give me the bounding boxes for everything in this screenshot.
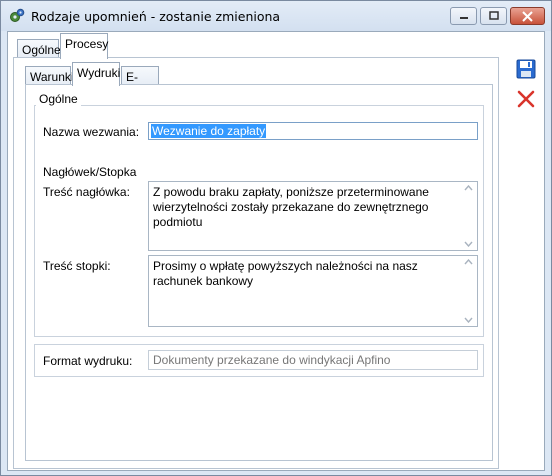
maximize-button[interactable] xyxy=(480,7,507,25)
group-legend: Ogólne xyxy=(36,92,81,106)
footer-label: Treść stopki: xyxy=(43,259,111,273)
app-gear-icon xyxy=(10,8,25,22)
scroll-up-icon[interactable] xyxy=(463,259,473,265)
name-label: Nazwa wezwania: xyxy=(43,125,140,139)
save-button[interactable] xyxy=(515,58,537,80)
footer-textarea[interactable]: Prosimy o wpłatę powyższych należności n… xyxy=(148,255,478,327)
window-title: Rodzaje upomnień - zostanie zmieniona xyxy=(31,9,281,24)
dialog-window: Rodzaje upomnień - zostanie zmieniona Og… xyxy=(0,0,552,476)
title-bar: Rodzaje upomnień - zostanie zmieniona xyxy=(1,1,551,31)
tab-label: Warunki xyxy=(30,70,74,84)
scroll-down-icon[interactable] xyxy=(463,317,473,323)
close-window-button[interactable] xyxy=(510,7,545,25)
format-label: Format wydruku: xyxy=(43,354,133,368)
cancel-x-icon xyxy=(517,90,535,108)
scroll-down-icon[interactable] xyxy=(463,241,473,247)
tab-label: Ogólne xyxy=(22,43,61,57)
footer-text: Prosimy o wpłatę powyższych należności n… xyxy=(153,259,418,288)
tab-label: Wydruki xyxy=(77,66,121,80)
save-floppy-icon xyxy=(516,59,536,79)
header-label: Treść nagłówka: xyxy=(43,185,130,199)
name-input[interactable]: Wezwanie do zapłaty xyxy=(148,122,478,140)
tab-procesy[interactable]: Procesy xyxy=(60,33,108,59)
cancel-button[interactable] xyxy=(515,88,537,110)
close-icon xyxy=(522,10,533,22)
minimize-button[interactable] xyxy=(450,7,477,25)
header-textarea[interactable]: Z powodu braku zapłaty, poniższe przeter… xyxy=(148,181,478,251)
header-text: Z powodu braku zapłaty, poniższe przeter… xyxy=(153,185,429,229)
footer-scrollbar[interactable] xyxy=(460,257,476,325)
minimize-icon xyxy=(459,17,468,19)
name-input-value: Wezwanie do zapłaty xyxy=(151,124,267,138)
tab-wydruki[interactable]: Wydruki xyxy=(72,62,120,86)
scroll-up-icon[interactable] xyxy=(463,185,473,191)
tab-label: Procesy xyxy=(65,37,109,51)
maximize-icon xyxy=(488,11,499,20)
section-header-label: Nagłówek/Stopka xyxy=(43,165,137,179)
format-field[interactable]: Dokumenty przekazane do windykacji Apfin… xyxy=(148,350,478,370)
header-scrollbar[interactable] xyxy=(460,183,476,249)
format-value: Dokumenty przekazane do windykacji Apfin… xyxy=(153,353,391,367)
